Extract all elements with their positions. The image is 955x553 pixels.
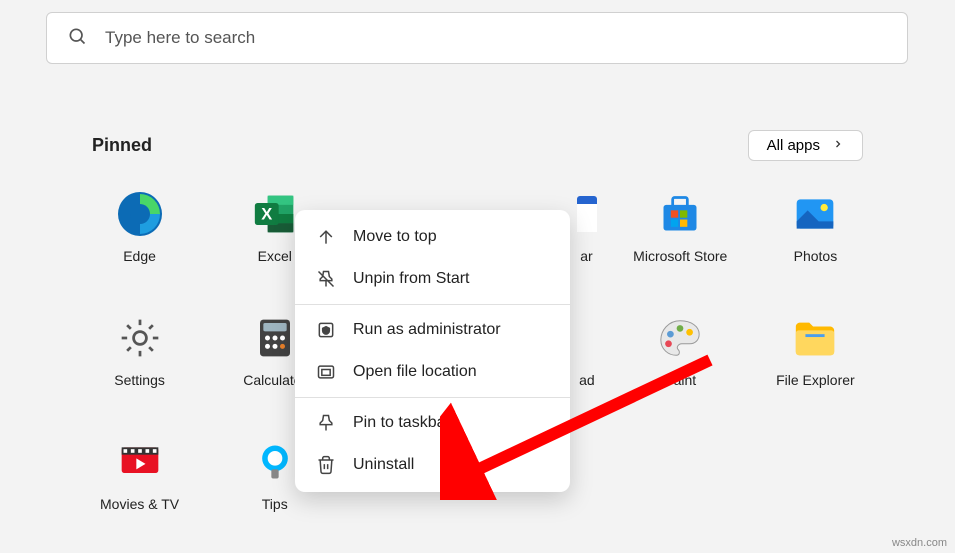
context-menu: Move to top Unpin from Start Run as admi…: [295, 210, 570, 492]
movies-tv-icon: [116, 438, 164, 486]
app-label: Microsoft Store: [633, 248, 727, 264]
folder-icon: [315, 361, 337, 383]
menu-label: Unpin from Start: [353, 270, 469, 288]
menu-open-file-location[interactable]: Open file location: [295, 351, 570, 393]
menu-label: Uninstall: [353, 456, 414, 474]
app-photos[interactable]: Photos: [748, 190, 883, 264]
excel-icon: X: [251, 190, 299, 238]
settings-icon: [116, 314, 164, 362]
app-microsoft-store[interactable]: Microsoft Store: [613, 190, 748, 264]
file-explorer-icon: [791, 314, 839, 362]
app-settings[interactable]: Settings: [72, 314, 207, 388]
search-icon: [67, 26, 87, 51]
app-label: Edge: [123, 248, 156, 264]
menu-pin-to-taskbar[interactable]: Pin to taskbar: [295, 402, 570, 444]
watermark: wsxdn.com: [892, 537, 947, 549]
unpin-icon: [315, 268, 337, 290]
calendar-icon: [577, 190, 597, 238]
store-icon: [656, 190, 704, 238]
chevron-right-icon: [832, 137, 844, 154]
app-label: Paint: [664, 372, 696, 388]
menu-label: Move to top: [353, 228, 437, 246]
edge-icon: [116, 190, 164, 238]
app-label: Excel: [258, 248, 292, 264]
app-label: Photos: [794, 248, 838, 264]
app-label: Tips: [262, 496, 288, 512]
menu-unpin-from-start[interactable]: Unpin from Start: [295, 258, 570, 300]
menu-label: Open file location: [353, 363, 477, 381]
search-input[interactable]: [105, 28, 887, 48]
app-movies-tv[interactable]: Movies & TV: [72, 438, 207, 512]
menu-divider: [295, 397, 570, 398]
arrow-up-icon: [315, 226, 337, 248]
app-label: Settings: [114, 372, 165, 388]
app-file-explorer[interactable]: File Explorer: [748, 314, 883, 388]
photos-icon: [791, 190, 839, 238]
svg-text:X: X: [261, 206, 272, 224]
app-label: ar: [580, 248, 592, 264]
tips-icon: [251, 438, 299, 486]
app-paint[interactable]: Paint: [613, 314, 748, 388]
menu-run-as-administrator[interactable]: Run as administrator: [295, 309, 570, 351]
app-label: File Explorer: [776, 372, 855, 388]
menu-move-to-top[interactable]: Move to top: [295, 216, 570, 258]
menu-uninstall[interactable]: Uninstall: [295, 444, 570, 486]
all-apps-button[interactable]: All apps: [748, 130, 863, 161]
menu-label: Run as administrator: [353, 321, 501, 339]
app-label: ad: [579, 372, 595, 388]
pinned-title: Pinned: [92, 135, 152, 156]
menu-divider: [295, 304, 570, 305]
calculator-icon: [251, 314, 299, 362]
search-bar[interactable]: [46, 12, 908, 64]
menu-label: Pin to taskbar: [353, 414, 451, 432]
trash-icon: [315, 454, 337, 476]
paint-icon: [656, 314, 704, 362]
all-apps-label: All apps: [767, 137, 820, 154]
app-label: Movies & TV: [100, 496, 179, 512]
pin-icon: [315, 412, 337, 434]
shield-icon: [315, 319, 337, 341]
app-edge[interactable]: Edge: [72, 190, 207, 264]
